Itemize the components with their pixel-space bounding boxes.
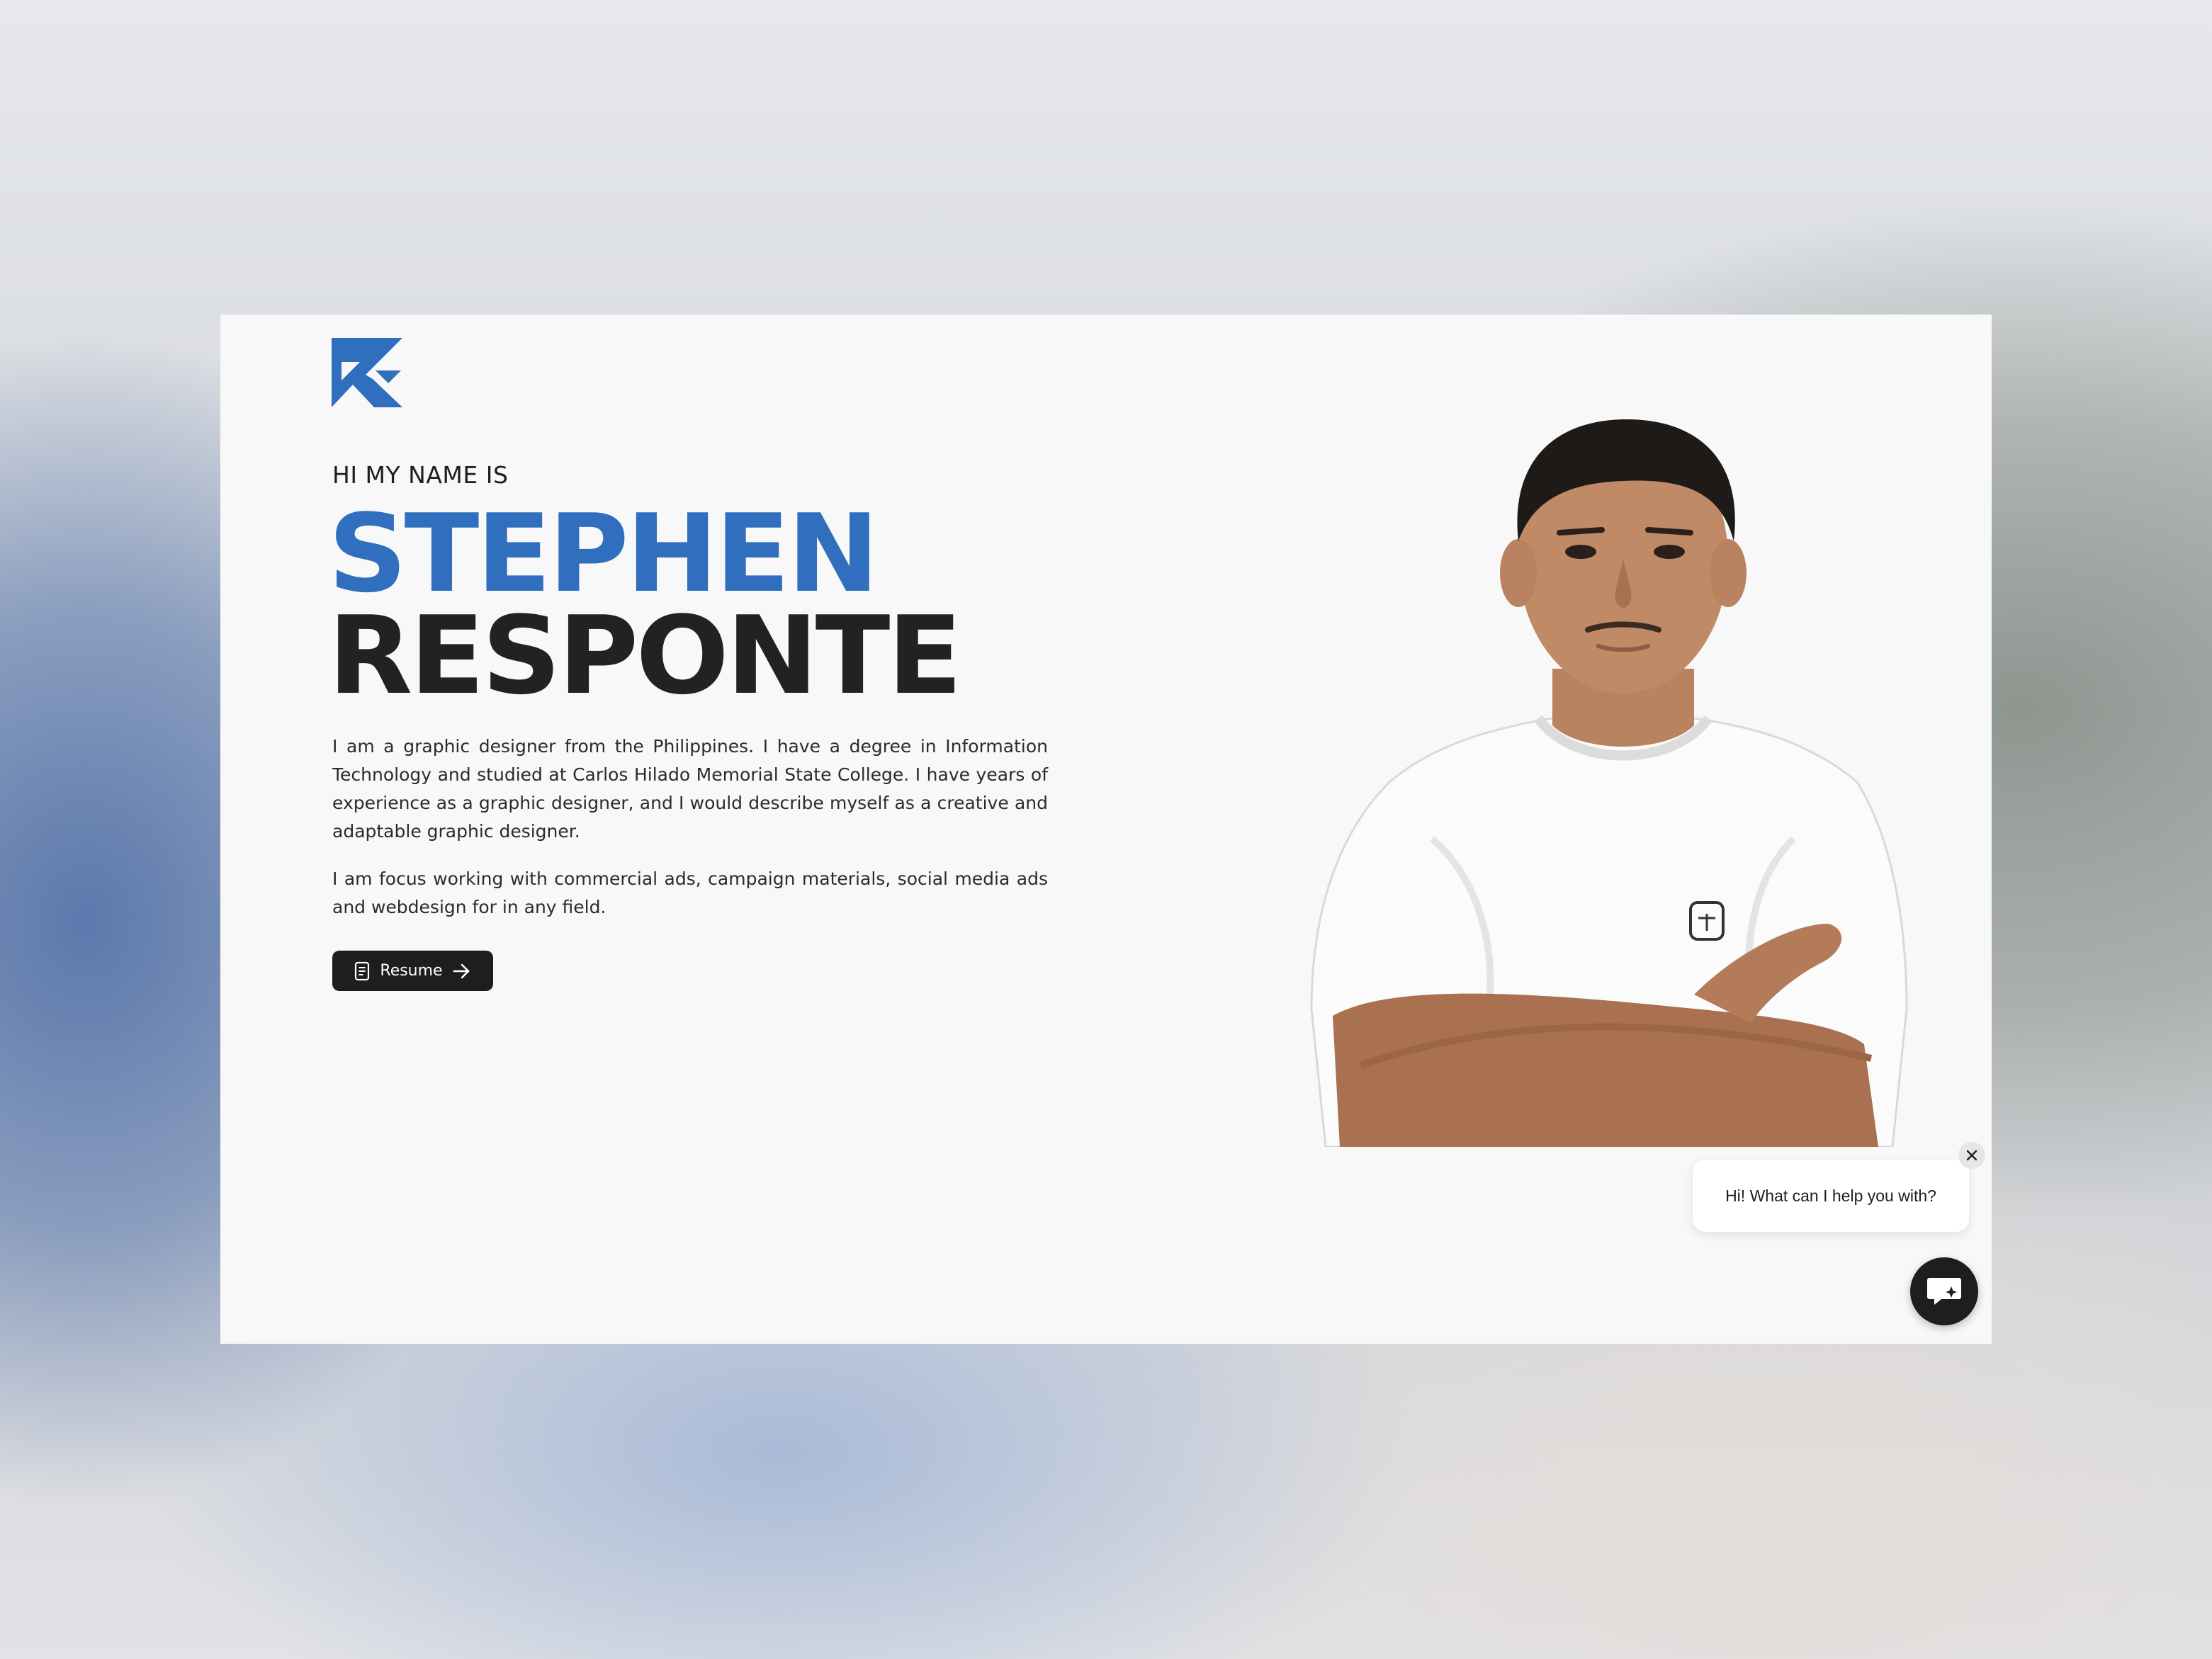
chat-close-button[interactable] <box>1958 1142 1985 1169</box>
chat-sparkle-icon <box>1927 1278 1961 1305</box>
document-icon <box>355 961 370 980</box>
resume-button-label: Resume <box>380 962 443 980</box>
intro-label: HI MY NAME IS <box>332 461 509 489</box>
bio-paragraph-1: I am a graphic designer from the Philipp… <box>332 736 1048 842</box>
close-icon <box>1966 1150 1977 1161</box>
resume-button[interactable]: Resume <box>332 951 493 991</box>
chat-greeting-text: Hi! What can I help you with? <box>1725 1186 1936 1205</box>
bio: I am a graphic designer from the Philipp… <box>332 732 1048 922</box>
first-name-heading: STEPHEN <box>328 491 879 616</box>
last-name-heading: RESPONTE <box>328 593 962 718</box>
arrow-right-icon <box>453 963 469 978</box>
portfolio-page: HI MY NAME IS STEPHEN RESPONTE I am a gr… <box>220 315 1992 1344</box>
bio-paragraph-2: I am focus working with commercial ads, … <box>332 868 1048 917</box>
chat-launcher-button[interactable] <box>1910 1257 1978 1325</box>
portrait-photo <box>1310 419 1908 1147</box>
sr-logo-icon[interactable] <box>332 338 402 409</box>
chat-greeting-bubble[interactable]: Hi! What can I help you with? <box>1693 1160 1969 1232</box>
